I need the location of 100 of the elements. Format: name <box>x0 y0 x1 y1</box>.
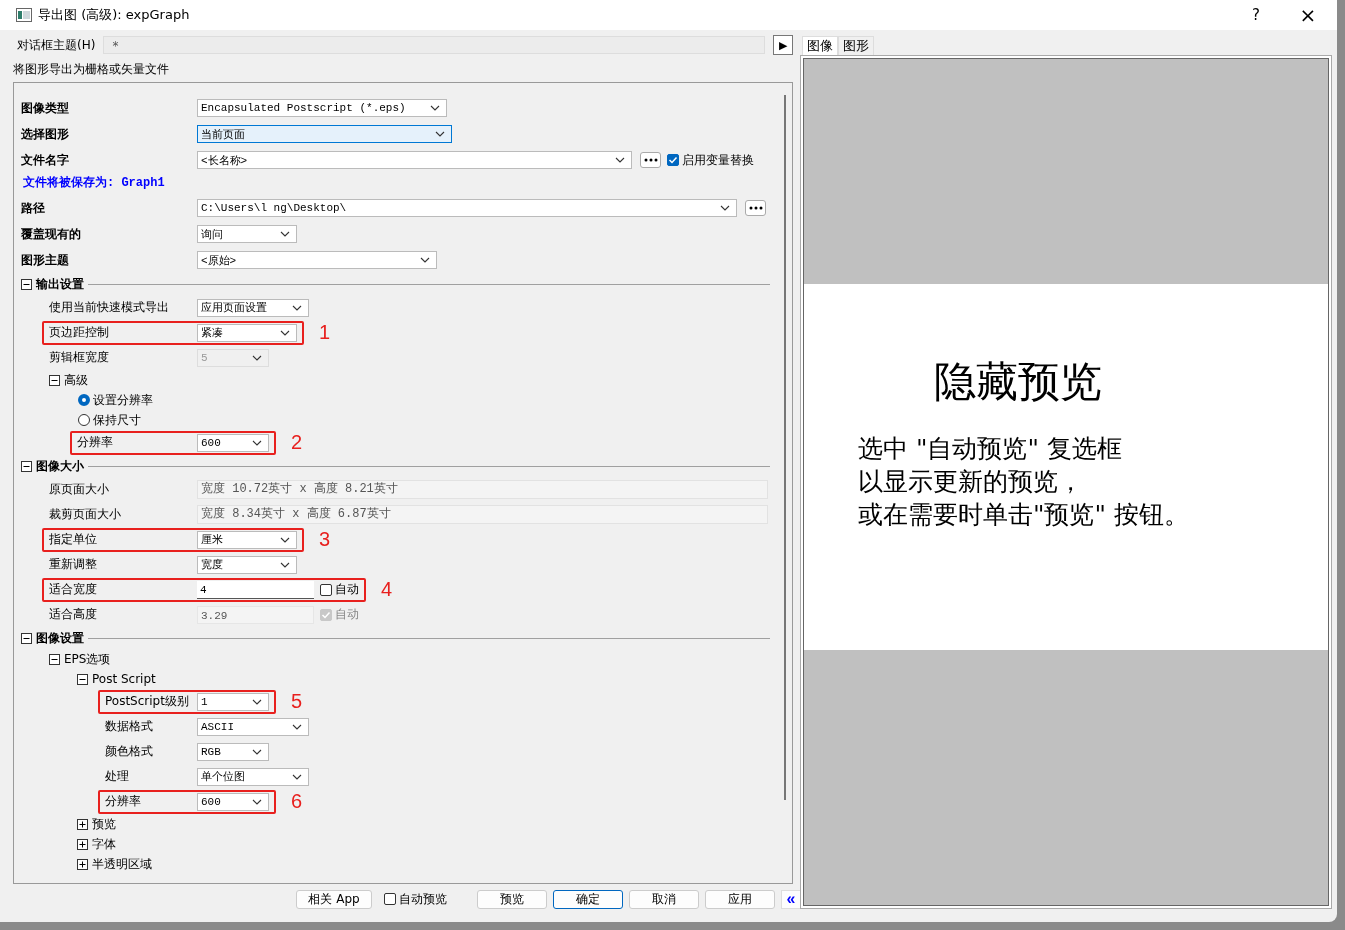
preview-message-line: 或在需要时单击"预览" 按钮。 <box>858 499 1190 531</box>
checkbox-label[interactable]: 自动 <box>335 581 359 598</box>
callout-number: 2 <box>291 431 303 454</box>
browse-button[interactable] <box>640 152 661 168</box>
tree-node-label[interactable]: 高级 <box>64 371 88 389</box>
input-field[interactable]: 4 <box>197 580 314 599</box>
radio-label[interactable]: 保持尺寸 <box>93 411 141 429</box>
window-title: 导出图 (高级): expGraph <box>38 6 190 24</box>
dropdown[interactable]: 厘米 <box>197 530 297 549</box>
radio-button[interactable] <box>78 394 90 406</box>
tree-node-label[interactable]: Post Script <box>92 672 156 686</box>
collapse-icon[interactable] <box>49 374 60 386</box>
tree-node-label[interactable]: 输出设置 <box>36 275 84 293</box>
help-button[interactable]: ? <box>1233 0 1279 30</box>
field-label: 路径 <box>21 199 46 217</box>
field-label: 裁剪页面大小 <box>49 506 122 523</box>
dropdown[interactable]: 600 <box>197 433 269 452</box>
more-icon <box>643 158 658 162</box>
chevron-down-icon <box>252 439 262 446</box>
field-label: 数据格式 <box>105 718 154 735</box>
chevron-down-icon <box>280 329 290 336</box>
dropdown[interactable]: 当前页面 <box>197 125 452 143</box>
tree-node-label[interactable]: 预览 <box>92 815 116 833</box>
dialog-button[interactable]: 确定 <box>553 889 623 909</box>
chevron-down-icon <box>720 205 730 211</box>
dropdown[interactable]: 宽度 <box>197 555 297 574</box>
expand-icon[interactable] <box>77 858 88 870</box>
field-label: 图像类型 <box>21 99 70 117</box>
theme-label: 对话框主题(H) <box>17 36 96 54</box>
dropdown[interactable]: Encapsulated Postscript (*.eps) <box>197 99 447 117</box>
radio-button[interactable] <box>78 414 90 426</box>
tab[interactable]: 图像 <box>802 36 838 55</box>
collapse-icon[interactable] <box>21 278 32 290</box>
checkbox[interactable] <box>384 893 396 905</box>
chevron-down-icon <box>252 354 262 361</box>
tree-node-label[interactable]: 半透明区域 <box>92 855 152 873</box>
field-label: 页边距控制 <box>49 324 110 341</box>
app-icon <box>16 8 32 22</box>
dropdown[interactable]: RGB <box>197 742 269 761</box>
field-label: 分辨率 <box>105 793 142 810</box>
scrollbar[interactable] <box>784 95 786 800</box>
dialog-button[interactable]: 预览 <box>477 889 547 909</box>
preview-message-line: 选中 "自动预览" 复选框 <box>858 433 1123 465</box>
field-label: 原页面大小 <box>49 481 110 498</box>
collapse-icon[interactable] <box>21 632 32 644</box>
chevron-down-icon <box>615 157 625 163</box>
dialog-button[interactable]: 取消 <box>629 889 699 909</box>
collapse-icon[interactable] <box>49 653 60 665</box>
field-label: 指定单位 <box>49 531 98 548</box>
chevron-down-icon <box>252 748 262 755</box>
checkbox-label[interactable]: 启用变量替换 <box>682 151 754 169</box>
expand-icon[interactable] <box>77 838 88 850</box>
dropdown[interactable]: 询问 <box>197 225 297 243</box>
field-label: 颜色格式 <box>105 743 154 760</box>
collapse-preview-button[interactable]: « <box>781 889 801 909</box>
theme-field[interactable]: * <box>103 36 765 54</box>
field-label: 适合高度 <box>49 606 98 623</box>
dropdown[interactable]: ASCII <box>197 717 309 736</box>
callout-number: 5 <box>291 690 303 713</box>
description: 将图形导出为栅格或矢量文件 <box>13 61 170 78</box>
tab[interactable]: 图形 <box>838 36 874 55</box>
theme-menu-button[interactable]: ▶ <box>773 35 793 55</box>
more-icon <box>748 206 763 210</box>
dropdown[interactable]: 单个位图 <box>197 767 309 786</box>
dropdown[interactable]: 1 <box>197 692 269 711</box>
browse-button[interactable] <box>745 200 766 216</box>
close-button[interactable]: × <box>1285 0 1331 30</box>
collapse-icon[interactable] <box>77 673 88 685</box>
tree-node-label[interactable]: 图像大小 <box>36 457 84 475</box>
tree-node-label[interactable]: EPS选项 <box>64 650 111 668</box>
field-label: 选择图形 <box>21 125 70 143</box>
field-label: 使用当前快速模式导出 <box>49 299 170 316</box>
field-label: 分辨率 <box>77 434 114 451</box>
dropdown[interactable]: 紧凑 <box>197 323 297 342</box>
tree-node-label[interactable]: 字体 <box>92 835 116 853</box>
preview-message-line: 以显示更新的预览， <box>858 466 1084 498</box>
collapse-icon[interactable] <box>21 460 32 472</box>
checkbox-label[interactable]: 自动预览 <box>399 890 447 908</box>
checkbox[interactable] <box>320 583 332 596</box>
dialog-button[interactable]: 应用 <box>705 889 775 909</box>
chevron-down-icon <box>280 561 290 568</box>
radio-label[interactable]: 设置分辨率 <box>93 391 153 409</box>
callout-number: 3 <box>319 528 331 551</box>
field-label: 剪辑框宽度 <box>49 349 110 366</box>
chevron-down-icon <box>292 304 302 311</box>
dialog-button[interactable]: 相关 App <box>296 889 372 909</box>
dropdown[interactable]: 应用页面设置 <box>197 298 309 317</box>
dropdown[interactable]: 600 <box>197 792 269 811</box>
field-label: 重新调整 <box>49 556 98 573</box>
dropdown[interactable]: <原始> <box>197 251 437 269</box>
chevron-down-icon <box>280 231 290 237</box>
dropdown[interactable]: C:\Users\l ng\Desktop\ <box>197 199 737 217</box>
expand-icon[interactable] <box>77 818 88 830</box>
dropdown[interactable]: <长名称> <box>197 151 632 169</box>
chevron-down-icon <box>435 131 445 137</box>
chevron-down-icon <box>292 773 302 780</box>
tree-node-label[interactable]: 图像设置 <box>36 629 84 647</box>
field-label: 覆盖现有的 <box>21 225 82 243</box>
field-label: 处理 <box>105 768 130 785</box>
checkbox[interactable] <box>667 154 679 166</box>
